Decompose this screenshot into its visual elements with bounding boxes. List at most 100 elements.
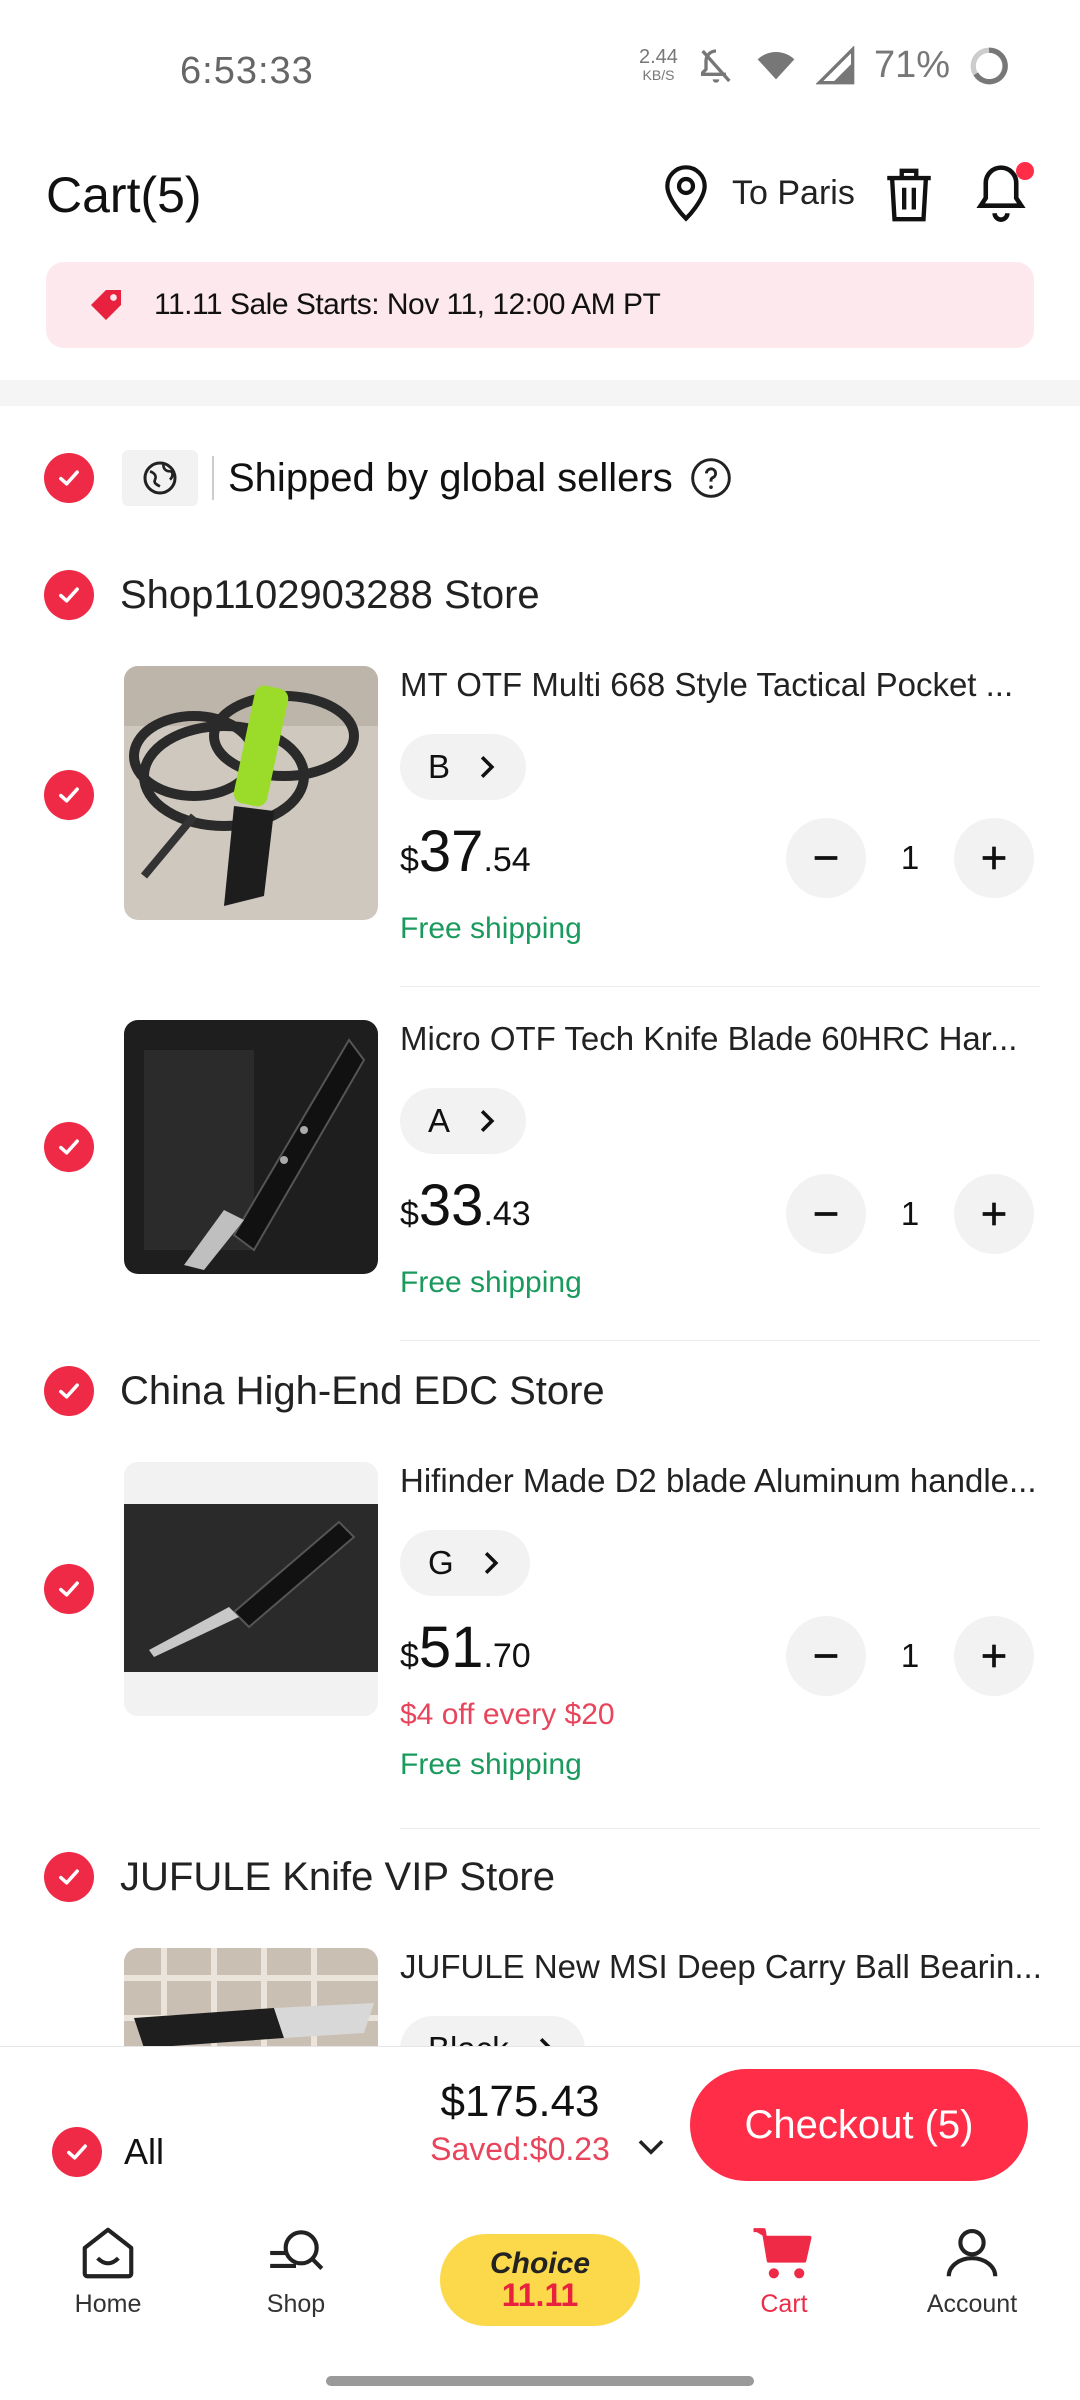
cart-item: Micro OTF Tech Knife Blade 60HRC Har... … xyxy=(0,1020,1080,1341)
price-currency: $ xyxy=(400,1637,419,1675)
quantity-value[interactable]: 1 xyxy=(866,1195,954,1233)
net-speed: 2.44 KB/S xyxy=(639,45,678,84)
store-checkbox[interactable] xyxy=(44,570,94,620)
nav-cart[interactable]: Cart xyxy=(714,2222,854,2319)
question-circle-icon[interactable] xyxy=(689,456,733,500)
global-sellers-checkbox[interactable] xyxy=(44,453,94,503)
net-speed-unit: KB/S xyxy=(642,66,675,83)
checkout-button[interactable]: Checkout (5) xyxy=(690,2069,1028,2181)
increase-quantity-button[interactable] xyxy=(954,1616,1034,1696)
product-image[interactable] xyxy=(124,1020,378,1274)
price-integer: 51 xyxy=(418,1615,484,1680)
status-bar: 6:53:33 2.44 KB/S 71% xyxy=(0,0,1080,140)
shipping-info: Free shipping xyxy=(400,1748,582,1781)
minus-icon xyxy=(814,1212,838,1216)
search-icon xyxy=(270,2230,324,2270)
globe-badge xyxy=(122,450,198,506)
decrease-quantity-button[interactable] xyxy=(786,818,866,898)
chevron-right-icon xyxy=(539,2037,551,2046)
ship-to-location[interactable]: To Paris xyxy=(658,162,855,224)
sale-banner[interactable]: 11.11 Sale Starts: Nov 11, 12:00 AM PT xyxy=(46,262,1034,348)
mute-icon xyxy=(700,48,731,83)
product-price: $33.43 xyxy=(400,1172,531,1239)
item-checkbox[interactable] xyxy=(44,1564,94,1614)
product-price: $51.70 xyxy=(400,1614,531,1681)
select-all[interactable]: All xyxy=(52,2127,164,2177)
store-name[interactable]: Shop1102903288 Store xyxy=(120,573,540,618)
select-all-checkbox[interactable] xyxy=(52,2127,102,2177)
store-checkbox[interactable] xyxy=(44,1852,94,1902)
minus-icon xyxy=(814,856,838,860)
price-decimal: .70 xyxy=(483,1637,531,1675)
status-icons: 2.44 KB/S 71% xyxy=(639,44,1010,87)
item-checkbox[interactable] xyxy=(44,770,94,820)
promo-info: $4 off every $20 xyxy=(400,1698,615,1731)
variant-selector[interactable]: B xyxy=(400,734,527,800)
nav-cart-label: Cart xyxy=(760,2290,808,2318)
shipping-info: Free shipping xyxy=(400,912,582,945)
increase-quantity-button[interactable] xyxy=(954,1174,1034,1254)
choice-label: Choice xyxy=(489,2247,591,2280)
total-amount: $175.43 xyxy=(440,2077,600,2126)
plus-icon xyxy=(982,1644,1006,1668)
decrease-quantity-button[interactable] xyxy=(786,1616,866,1696)
trash-icon xyxy=(887,168,931,222)
variant-label: G xyxy=(428,1544,454,1581)
item-checkbox[interactable] xyxy=(44,1122,94,1172)
chevron-down-icon[interactable] xyxy=(632,2127,670,2165)
minus-icon xyxy=(814,1654,838,1658)
global-sellers-label: Shipped by global sellers xyxy=(228,455,673,500)
increase-quantity-button[interactable] xyxy=(954,818,1034,898)
quantity-value[interactable]: 1 xyxy=(866,1637,954,1675)
store-name[interactable]: China High-End EDC Store xyxy=(120,1369,605,1414)
location-label: To Paris xyxy=(732,173,855,212)
product-title[interactable]: Hifinder Made D2 blade Aluminum handle..… xyxy=(400,1462,1040,1500)
chevron-right-icon xyxy=(480,755,495,779)
variant-selector[interactable]: A xyxy=(400,1088,527,1154)
nav-shop-label: Shop xyxy=(266,2290,326,2318)
price-tag-icon xyxy=(91,290,121,320)
net-speed-value: 2.44 xyxy=(639,45,678,68)
cart-icon xyxy=(753,2228,812,2279)
checkmark-icon xyxy=(67,2144,87,2160)
select-all-label: All xyxy=(124,2131,165,2172)
store-header: JUFULE Knife VIP Store xyxy=(44,1852,555,1902)
product-image[interactable] xyxy=(124,1462,378,1716)
decrease-quantity-button[interactable] xyxy=(786,1174,866,1254)
product-image[interactable] xyxy=(124,666,378,920)
chevron-right-icon xyxy=(484,1551,499,1575)
gesture-home-bar[interactable] xyxy=(326,2376,754,2386)
price-integer: 37 xyxy=(418,819,484,884)
delete-button[interactable] xyxy=(880,162,938,233)
product-title[interactable]: JUFULE New MSI Deep Carry Ball Bearin... xyxy=(400,1948,1040,1986)
nav-choice-promo[interactable]: Choice 11.11 xyxy=(440,2234,640,2326)
variant-selector[interactable]: G xyxy=(400,1530,530,1596)
checkmark-icon xyxy=(59,587,79,603)
cart-item: JUFULE New MSI Deep Carry Ball Bearin...… xyxy=(0,1948,1080,2046)
order-total[interactable]: $175.43 Saved:$0.23 xyxy=(410,2077,630,2168)
nav-shop[interactable]: Shop xyxy=(226,2222,366,2319)
checkmark-icon xyxy=(59,787,79,803)
checkmark-icon xyxy=(59,1139,79,1155)
wifi-icon xyxy=(757,51,795,79)
checkmark-icon xyxy=(59,1869,79,1885)
store-name[interactable]: JUFULE Knife VIP Store xyxy=(120,1855,555,1900)
price-currency: $ xyxy=(400,1195,419,1233)
checkmark-icon xyxy=(59,1383,79,1399)
product-title[interactable]: MT OTF Multi 668 Style Tactical Pocket .… xyxy=(400,666,1040,704)
variant-label: Black xyxy=(428,2030,509,2046)
quantity-stepper: 1 xyxy=(786,1616,1034,1696)
product-title[interactable]: Micro OTF Tech Knife Blade 60HRC Har... xyxy=(400,1020,1040,1058)
notifications-button[interactable] xyxy=(970,160,1034,231)
choice-sale-label: 11.11 xyxy=(501,2277,579,2313)
quantity-value[interactable]: 1 xyxy=(866,839,954,877)
nav-account[interactable]: Account xyxy=(902,2222,1042,2319)
price-decimal: .43 xyxy=(483,1195,531,1233)
product-image[interactable] xyxy=(124,1948,378,2046)
shipping-info: Free shipping xyxy=(400,1266,582,1299)
vertical-divider xyxy=(212,456,214,500)
nav-home[interactable]: Home xyxy=(38,2222,178,2319)
store-checkbox[interactable] xyxy=(44,1366,94,1416)
quantity-stepper: 1 xyxy=(786,818,1034,898)
variant-selector[interactable]: Black xyxy=(400,2016,585,2046)
